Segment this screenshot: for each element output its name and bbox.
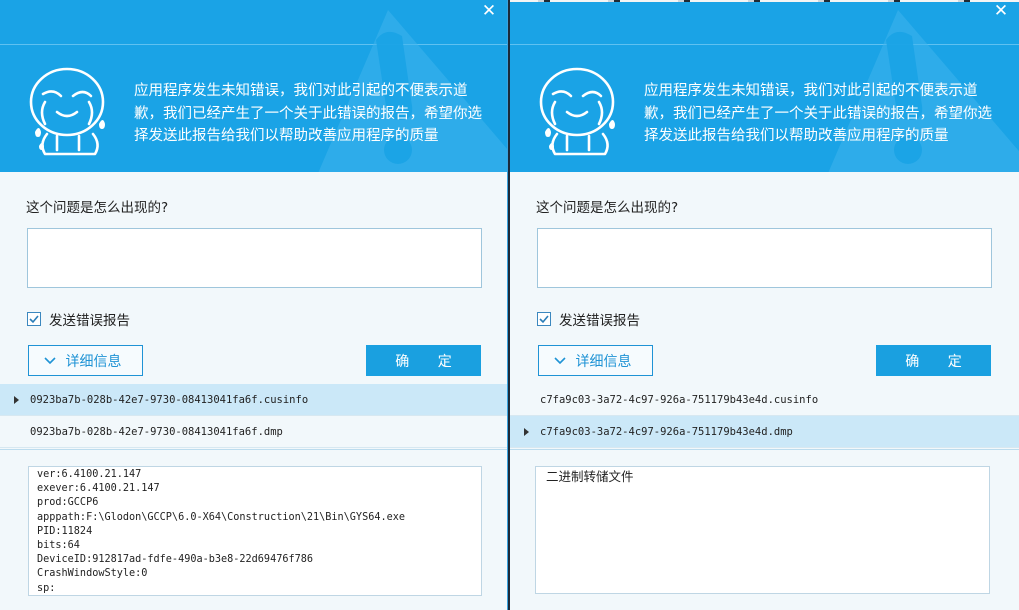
detail-line: exever:6.4100.21.147 xyxy=(37,483,160,495)
send-report-label: 发送错误报告 xyxy=(49,313,130,329)
detail-text: 二进制转储文件 xyxy=(546,469,634,484)
header-banner: ✕ 应用程序发生未知错误，我们对此引起的不便表示道歉，我们已经产生了一个关于此错… xyxy=(0,0,507,172)
send-report-toggle[interactable]: 发送错误报告 xyxy=(27,310,130,329)
chevron-down-icon xyxy=(553,356,566,364)
triangle-right-icon xyxy=(14,396,19,404)
file-row[interactable]: c7fa9c03-3a72-4c97-926a-751179b43e4d.dmp xyxy=(510,416,1019,448)
description-input[interactable] xyxy=(537,228,992,288)
detail-line: DeviceID:912817ad-fdfe-490a-b3e8-22d6947… xyxy=(37,554,314,566)
details-button-label: 详细信息 xyxy=(575,353,632,370)
close-button[interactable]: ✕ xyxy=(481,3,497,20)
error-message: 应用程序发生未知错误，我们对此引起的不便表示道歉，我们已经产生了一个关于此错误的… xyxy=(134,83,482,144)
detail-content-box[interactable]: 二进制转储文件 xyxy=(535,466,990,594)
checkmark-icon xyxy=(29,315,39,324)
detail-line: bits:64 xyxy=(37,540,80,552)
detail-line: CrashWindowStyle:0 xyxy=(37,568,148,580)
triangle-right-icon xyxy=(524,428,529,436)
details-button[interactable]: 详细信息 xyxy=(538,345,653,376)
detail-line: sp: xyxy=(37,582,56,594)
report-file-list: 0923ba7b-028b-42e7-9730-08413041fa6f.cus… xyxy=(0,384,507,448)
crash-report-window-left: ✕ 应用程序发生未知错误，我们对此引起的不便表示道歉，我们已经产生了一个关于此错… xyxy=(0,0,508,610)
file-name: 0923ba7b-028b-42e7-9730-08413041fa6f.cus… xyxy=(30,394,309,406)
file-row[interactable]: 0923ba7b-028b-42e7-9730-08413041fa6f.cus… xyxy=(0,384,507,416)
file-row[interactable]: 0923ba7b-028b-42e7-9730-08413041fa6f.dmp xyxy=(0,416,507,448)
ok-button[interactable]: 确 定 xyxy=(876,345,991,376)
checkmark-icon xyxy=(539,315,549,324)
error-message: 应用程序发生未知错误，我们对此引起的不便表示道歉，我们已经产生了一个关于此错误的… xyxy=(644,83,992,144)
crash-report-window-right: ✕ 应用程序发生未知错误，我们对此引起的不便表示道歉，我们已经产生了一个关于此错… xyxy=(510,0,1019,610)
detail-line: ver:6.4100.21.147 xyxy=(37,469,142,480)
details-button-label: 详细信息 xyxy=(65,353,122,370)
send-report-checkbox[interactable] xyxy=(537,312,551,326)
question-label: 这个问题是怎么出现的? xyxy=(536,200,679,216)
detail-line: apppath:F:\Glodon\GCCP\6.0-X64\Construct… xyxy=(37,511,406,523)
send-report-label: 发送错误报告 xyxy=(559,313,640,329)
header-banner: ✕ 应用程序发生未知错误，我们对此引起的不便表示道歉，我们已经产生了一个关于此错… xyxy=(510,0,1019,172)
description-input[interactable] xyxy=(27,228,482,288)
file-row[interactable]: c7fa9c03-3a72-4c97-926a-751179b43e4d.cus… xyxy=(510,384,1019,416)
ok-button[interactable]: 确 定 xyxy=(366,345,481,376)
close-button[interactable]: ✕ xyxy=(993,3,1009,20)
details-button[interactable]: 详细信息 xyxy=(28,345,143,376)
question-label: 这个问题是怎么出现的? xyxy=(26,200,169,216)
file-name: 0923ba7b-028b-42e7-9730-08413041fa6f.dmp xyxy=(30,426,283,438)
chevron-down-icon xyxy=(43,356,56,364)
file-name: c7fa9c03-3a72-4c97-926a-751179b43e4d.cus… xyxy=(540,394,819,406)
send-report-checkbox[interactable] xyxy=(27,312,41,326)
crying-mascot-icon xyxy=(29,67,105,156)
detail-line: PID:11824 xyxy=(37,525,93,537)
file-name: c7fa9c03-3a72-4c97-926a-751179b43e4d.dmp xyxy=(540,426,793,438)
detail-content-box[interactable]: ver:6.4100.21.147 exever:6.4100.21.147 p… xyxy=(28,466,482,596)
send-report-toggle[interactable]: 发送错误报告 xyxy=(537,310,640,329)
report-file-list: c7fa9c03-3a72-4c97-926a-751179b43e4d.cus… xyxy=(510,384,1019,448)
crying-mascot-icon xyxy=(539,67,615,156)
detail-line: prod:GCCP6 xyxy=(37,497,99,509)
